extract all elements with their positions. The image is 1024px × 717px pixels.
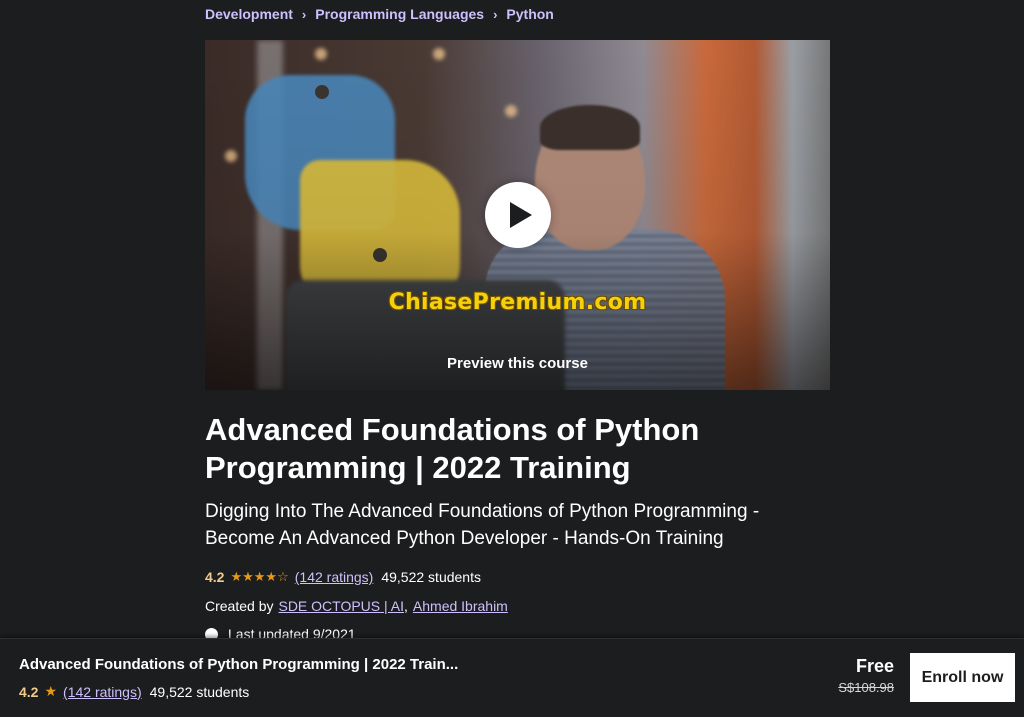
price-block: Free S$108.98 <box>838 656 894 695</box>
play-icon <box>509 202 532 228</box>
course-title: Advanced Foundations of Python Programmi… <box>205 412 700 485</box>
instructor-link-ahmed-ibrahim[interactable]: Ahmed Ibrahim <box>413 598 508 614</box>
sticky-ratings-count-link[interactable]: (142 ratings) <box>63 684 142 700</box>
original-price: S$108.98 <box>838 680 894 695</box>
star-full-icons: ★★★★ <box>230 569 278 584</box>
course-preview-video[interactable]: ChiasePremium.com Preview this course <box>205 40 830 390</box>
watermark-text: ChiasePremium.com <box>388 290 647 315</box>
star-icon: ★ <box>44 683 58 699</box>
instructor-link-sde-octopus[interactable]: SDE OCTOPUS | AI <box>278 598 404 614</box>
chevron-right-icon: › <box>301 6 307 22</box>
breadcrumb-programming-languages[interactable]: Programming Languages <box>315 6 484 22</box>
breadcrumb-development[interactable]: Development <box>205 6 293 22</box>
breadcrumb: Development › Programming Languages › Py… <box>205 6 554 22</box>
created-by-label: Created by <box>205 598 274 614</box>
preview-course-label[interactable]: Preview this course <box>205 355 830 372</box>
students-count: 49,522 students <box>381 569 481 585</box>
sticky-purchase-bar: Advanced Foundations of Python Programmi… <box>0 638 1024 717</box>
sticky-rating-value: 4.2 <box>19 683 39 700</box>
current-price: Free <box>855 656 894 676</box>
instructor-separator: , <box>404 598 408 614</box>
play-button[interactable] <box>485 182 551 248</box>
breadcrumb-python[interactable]: Python <box>506 6 553 22</box>
created-by-row: Created by SDE OCTOPUS | AI , Ahmed Ibra… <box>205 598 508 614</box>
course-subtitle: Digging Into The Advanced Foundations of… <box>205 501 760 549</box>
sticky-course-title: Advanced Foundations of Python Programmi… <box>19 656 459 673</box>
enroll-now-button[interactable]: Enroll now <box>909 652 1016 703</box>
star-empty-icon: ☆ <box>277 569 289 584</box>
star-rating-icon: ★★★★☆ <box>230 569 288 585</box>
sticky-rating-row: 4.2 ★ (142 ratings) 49,522 students <box>19 683 249 700</box>
course-rating-row: 4.2 ★★★★☆ (142 ratings) 49,522 students <box>205 569 481 585</box>
rating-value: 4.2 <box>205 569 225 585</box>
chevron-right-icon: › <box>493 6 498 22</box>
sticky-students-count: 49,522 students <box>149 683 250 700</box>
ratings-count-link[interactable]: (142 ratings) <box>295 569 374 585</box>
